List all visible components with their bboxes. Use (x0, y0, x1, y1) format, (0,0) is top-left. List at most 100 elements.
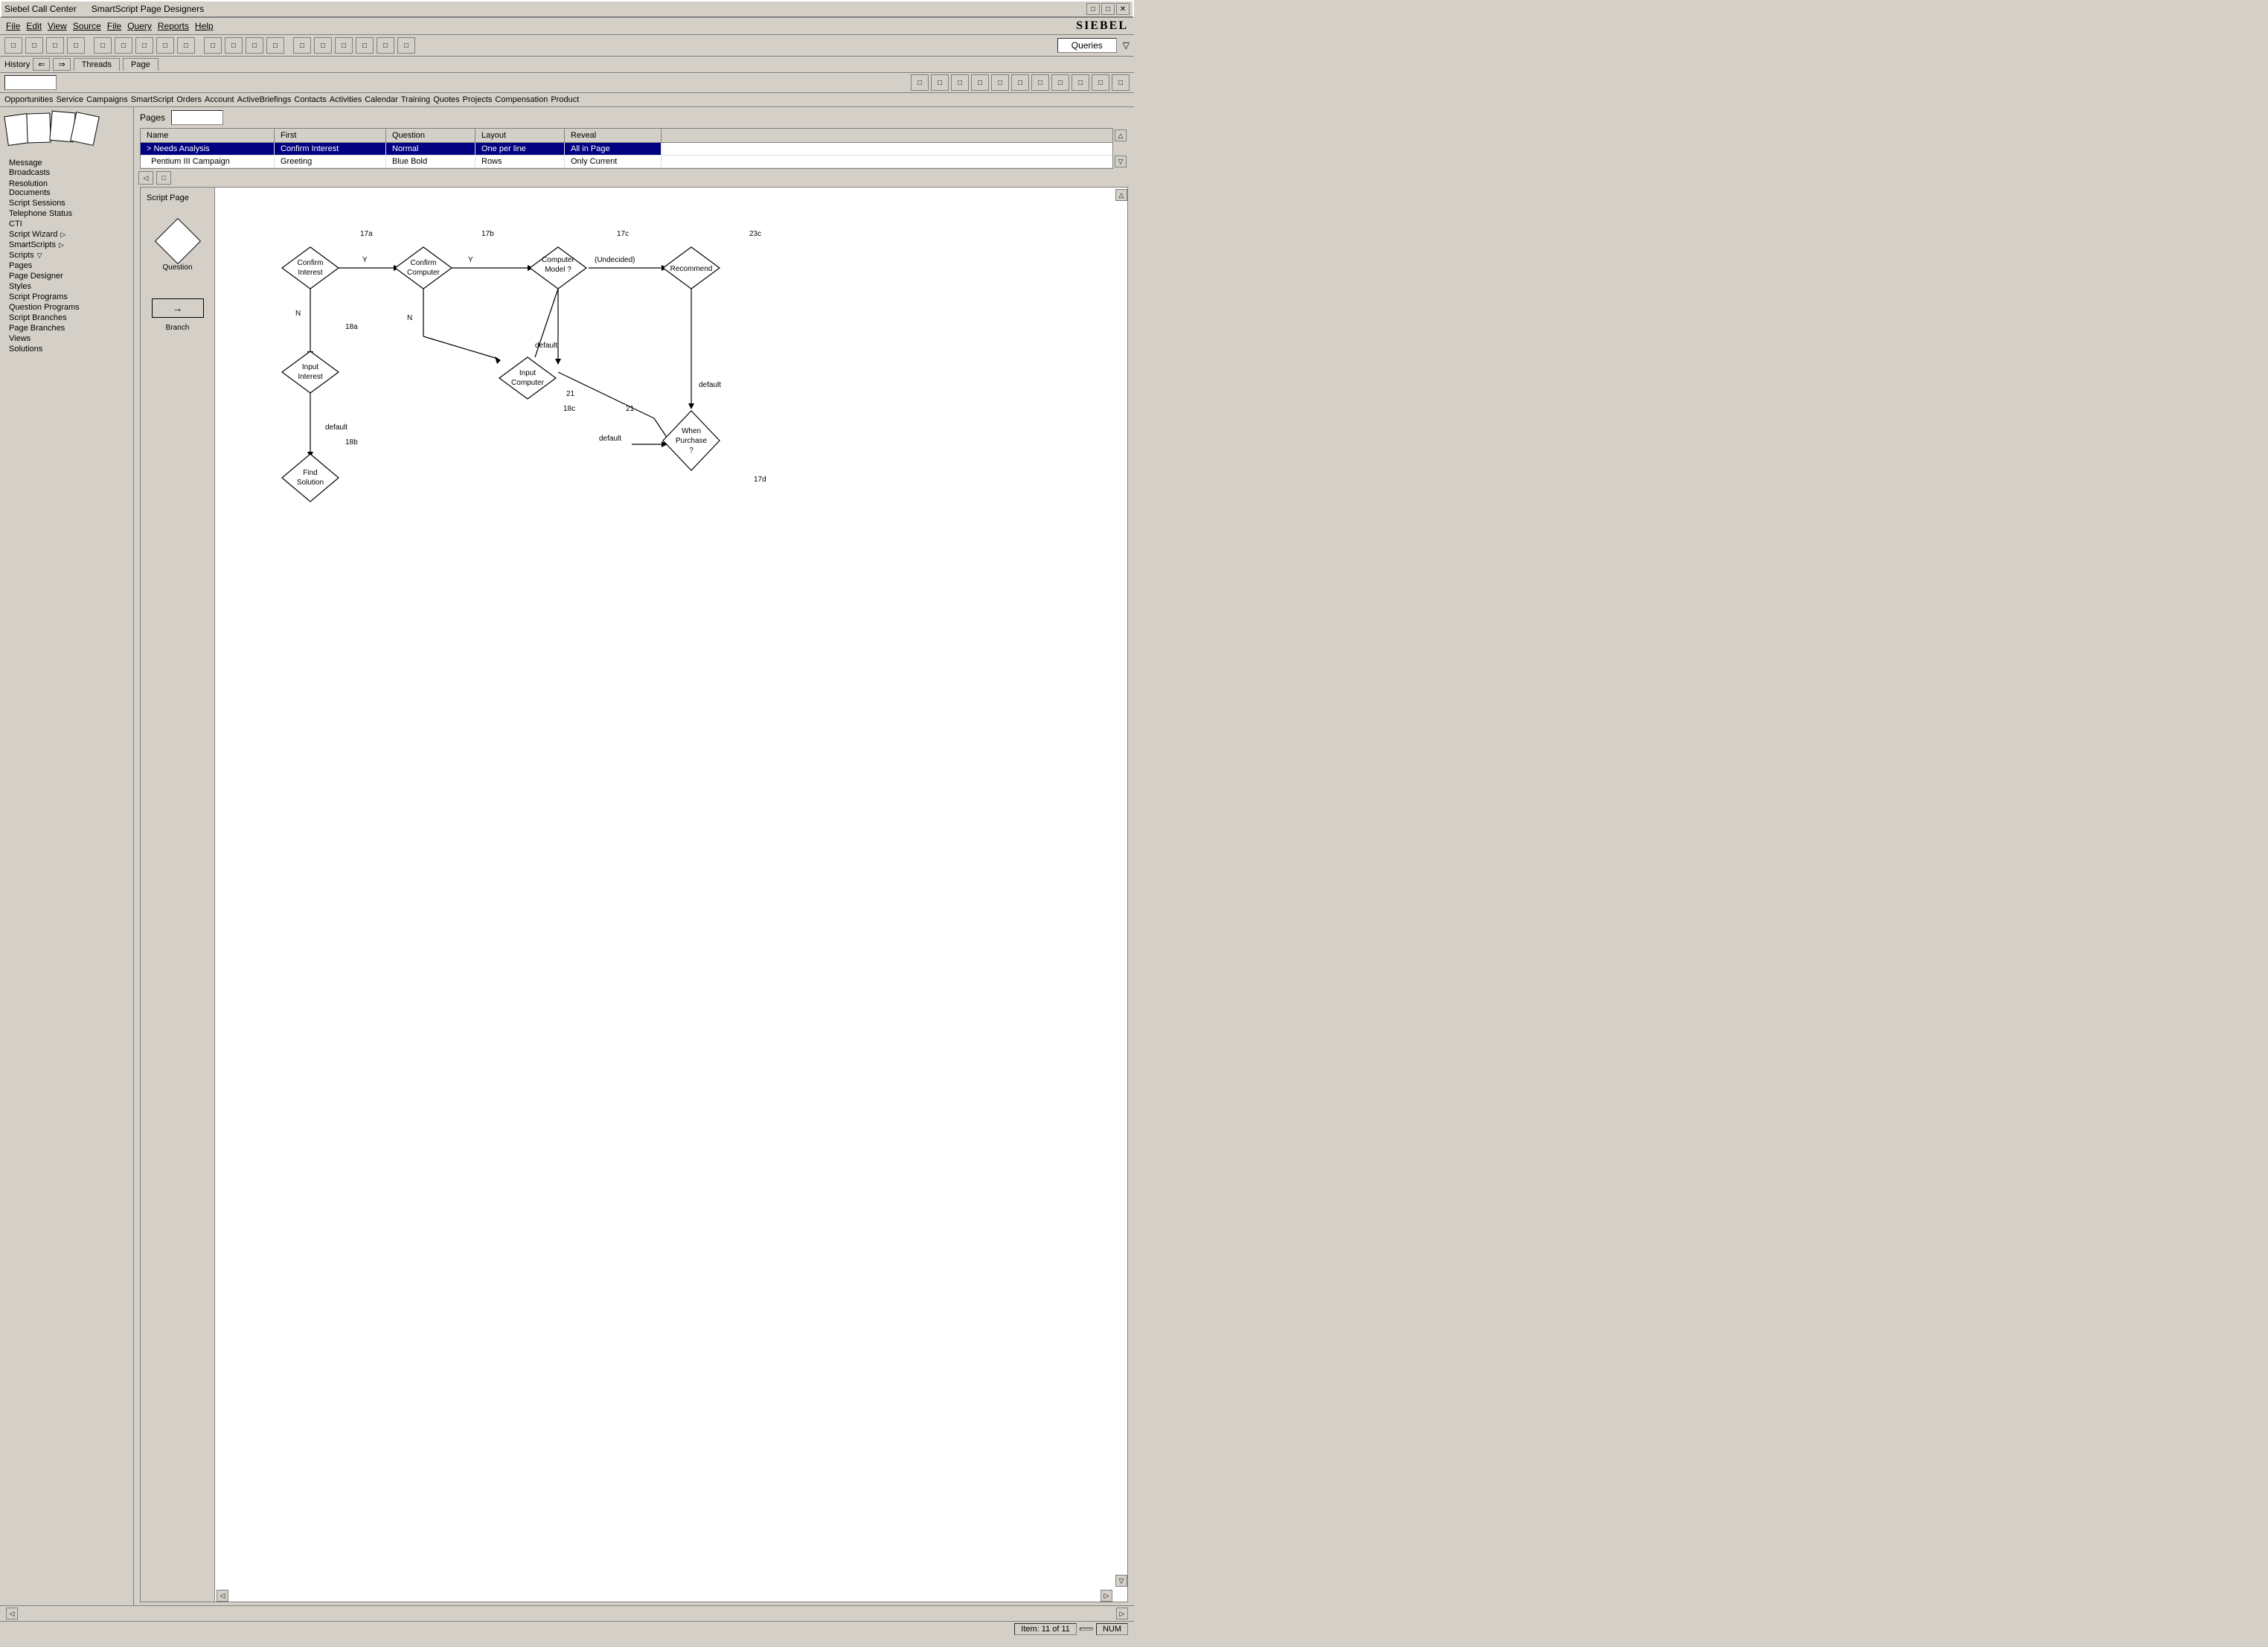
menu-source[interactable]: Source (73, 21, 101, 31)
sidebar-item-smartscripts[interactable]: SmartScripts ▷ (6, 240, 127, 250)
toolbar-btn-15[interactable]: □ (314, 37, 332, 54)
forward-button[interactable]: ⇒ (53, 58, 70, 71)
menu-file[interactable]: File (6, 21, 20, 31)
toolbar-btn-12[interactable]: □ (246, 37, 263, 54)
nav-bar: History ⇐ ⇒ Threads Page (0, 57, 1134, 73)
label-21a: 21 (566, 390, 575, 398)
sidebar-item-question-programs[interactable]: Question Programs (6, 302, 127, 313)
nav-projects[interactable]: Projects (463, 95, 493, 104)
table-nav-left[interactable]: ◁ (138, 171, 153, 185)
sidebar-item-cti[interactable]: CTI (6, 219, 127, 229)
sec-btn-5[interactable]: □ (991, 74, 1009, 91)
diagram-scroll-down[interactable]: ▽ (1115, 1575, 1127, 1587)
toolbar-btn-4[interactable]: □ (67, 37, 85, 54)
sidebar-item-resolution-documents[interactable]: ResolutionDocuments (6, 179, 127, 198)
siebel-logo: SIEBEL (1076, 19, 1128, 33)
toolbar-btn-3[interactable]: □ (46, 37, 64, 54)
queries-dropdown-arrow[interactable]: ▽ (1120, 40, 1130, 51)
pages-input[interactable] (171, 110, 223, 125)
sidebar-item-page-designer[interactable]: Page Designer (6, 271, 127, 281)
sidebar-item-script-sessions[interactable]: Script Sessions (6, 198, 127, 208)
toolbar-btn-9[interactable]: □ (177, 37, 195, 54)
sec-btn-1[interactable]: □ (911, 74, 929, 91)
toolbar-btn-10[interactable]: □ (204, 37, 222, 54)
nav-contacts[interactable]: Contacts (294, 95, 326, 104)
sidebar-item-telephone-status[interactable]: Telephone Status (6, 208, 127, 219)
menu-help[interactable]: Help (195, 21, 214, 31)
diagram-scroll-right[interactable]: ▷ (1101, 1590, 1112, 1602)
sec-btn-9[interactable]: □ (1071, 74, 1089, 91)
sidebar-item-script-programs[interactable]: Script Programs (6, 292, 127, 302)
sidebar-item-views[interactable]: Views (6, 333, 127, 344)
toolbar-btn-5[interactable]: □ (94, 37, 112, 54)
nav-account[interactable]: Account (205, 95, 234, 104)
nav-service[interactable]: Service (56, 95, 83, 104)
tab-threads[interactable]: Threads (74, 58, 120, 71)
maximize-button[interactable]: □ (1101, 3, 1115, 15)
nav-quotes[interactable]: Quotes (433, 95, 459, 104)
app-name: Siebel Call Center (4, 4, 77, 14)
bottom-scroll-left[interactable]: ◁ (6, 1608, 18, 1619)
label-default3: default (699, 381, 721, 389)
sec-btn-3[interactable]: □ (951, 74, 969, 91)
sidebar-item-message-broadcasts[interactable]: MessageBroadcasts (6, 158, 127, 179)
menu-query[interactable]: Query (127, 21, 152, 31)
menu-edit[interactable]: Edit (26, 21, 42, 31)
table-nav-right[interactable]: □ (156, 171, 171, 185)
menu-file2[interactable]: File (107, 21, 121, 31)
title-bar-text: Siebel Call Center SmartScript Page Desi… (4, 4, 204, 14)
sec-btn-10[interactable]: □ (1092, 74, 1109, 91)
diagram-scroll-left[interactable]: ◁ (217, 1590, 228, 1602)
table-scroll-down[interactable]: ▽ (1115, 156, 1127, 167)
menu-view[interactable]: View (48, 21, 67, 31)
nav-product[interactable]: Product (551, 95, 579, 104)
nav-compensation[interactable]: Compensation (495, 95, 548, 104)
minimize-button[interactable]: □ (1086, 3, 1100, 15)
toolbar-btn-14[interactable]: □ (293, 37, 311, 54)
table-scroll-up[interactable]: △ (1115, 129, 1127, 141)
label-18c: 18c (563, 405, 575, 413)
sec-btn-7[interactable]: □ (1031, 74, 1049, 91)
toolbar-btn-7[interactable]: □ (135, 37, 153, 54)
toolbar-btn-2[interactable]: □ (25, 37, 43, 54)
secondary-input[interactable] (4, 75, 57, 90)
sec-btn-8[interactable]: □ (1051, 74, 1069, 91)
nav-smartscript[interactable]: SmartScript (131, 95, 173, 104)
table-row[interactable]: > Needs Analysis Confirm Interest Normal… (141, 143, 1112, 156)
bottom-scroll-right[interactable]: ▷ (1116, 1608, 1128, 1619)
table-row[interactable]: Pentium III Campaign Greeting Blue Bold … (141, 156, 1112, 168)
sec-btn-11[interactable]: □ (1112, 74, 1130, 91)
nav-orders[interactable]: Orders (176, 95, 202, 104)
toolbar-btn-11[interactable]: □ (225, 37, 243, 54)
sidebar-item-script-wizard[interactable]: Script Wizard ▷ (6, 229, 127, 240)
nav-calendar[interactable]: Calendar (365, 95, 398, 104)
nav-activebriefings[interactable]: ActiveBriefings (237, 95, 292, 104)
toolbar-btn-6[interactable]: □ (115, 37, 132, 54)
toolbar-btn-19[interactable]: □ (397, 37, 415, 54)
sidebar-item-script-branches[interactable]: Script Branches (6, 313, 127, 323)
sidebar-item-scripts[interactable]: Scripts ▽ (6, 250, 127, 260)
toolbar-btn-17[interactable]: □ (356, 37, 374, 54)
script-page-label: Script Page (147, 194, 189, 202)
toolbar-btn-18[interactable]: □ (377, 37, 394, 54)
toolbar-btn-8[interactable]: □ (156, 37, 174, 54)
sec-btn-6[interactable]: □ (1011, 74, 1029, 91)
diagram-scroll-up[interactable]: △ (1115, 189, 1127, 201)
menu-reports[interactable]: Reports (158, 21, 189, 31)
sidebar-item-page-branches[interactable]: Page Branches (6, 323, 127, 333)
tab-page[interactable]: Page (123, 58, 158, 71)
sidebar-item-solutions[interactable]: Solutions (6, 344, 127, 354)
toolbar-btn-1[interactable]: □ (4, 37, 22, 54)
sidebar-item-styles[interactable]: Styles (6, 281, 127, 292)
nav-campaigns[interactable]: Campaigns (86, 95, 128, 104)
sidebar-item-pages[interactable]: Pages (6, 260, 127, 271)
back-button[interactable]: ⇐ (33, 58, 50, 71)
toolbar-btn-16[interactable]: □ (335, 37, 353, 54)
sec-btn-2[interactable]: □ (931, 74, 949, 91)
toolbar-btn-13[interactable]: □ (266, 37, 284, 54)
nav-opportunities[interactable]: Opportunities (4, 95, 53, 104)
nav-activities[interactable]: Activities (330, 95, 362, 104)
nav-training[interactable]: Training (401, 95, 430, 104)
close-button[interactable]: ✕ (1116, 3, 1130, 15)
sec-btn-4[interactable]: □ (971, 74, 989, 91)
